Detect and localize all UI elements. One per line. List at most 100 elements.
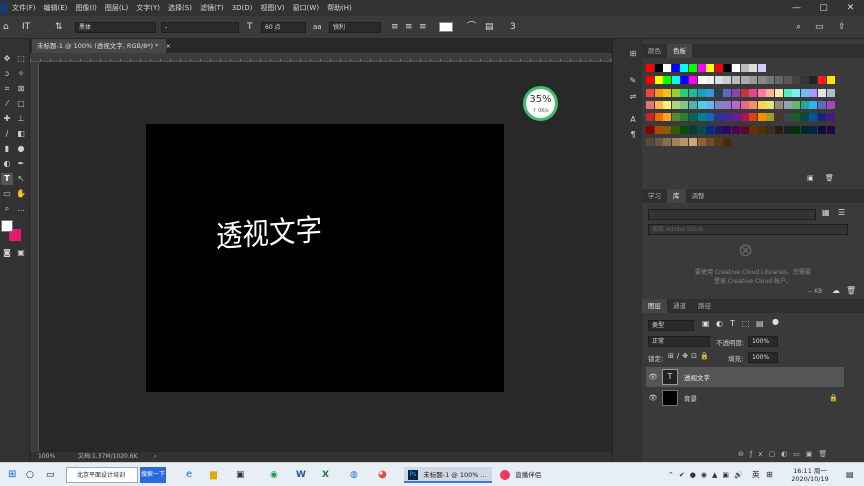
blur-tool-icon[interactable]: ●: [15, 143, 27, 155]
color-swatch[interactable]: [732, 125, 740, 134]
color-swatch[interactable]: [757, 125, 766, 134]
color-swatch[interactable]: [680, 137, 689, 146]
align-center-icon[interactable]: ≡: [405, 21, 413, 33]
color-swatch[interactable]: [689, 137, 697, 146]
color-swatch[interactable]: [697, 64, 706, 72]
color-swatch[interactable]: [714, 125, 723, 134]
color-swatch[interactable]: [671, 64, 680, 72]
color-swatch[interactable]: [783, 125, 792, 134]
color-swatch[interactable]: [757, 100, 766, 109]
excel-icon[interactable]: X: [322, 467, 329, 483]
color-swatch[interactable]: [680, 64, 689, 72]
layer-row[interactable]: 👁 背景 🔒: [646, 388, 844, 408]
color-swatch[interactable]: [740, 88, 749, 97]
library-select[interactable]: [648, 209, 816, 220]
color-swatch[interactable]: [766, 113, 775, 122]
filter-type-icon[interactable]: T: [730, 318, 735, 330]
menu-layer[interactable]: 图层(L): [101, 3, 132, 13]
color-swatch[interactable]: [818, 100, 826, 109]
new-swatch-icon[interactable]: ▣: [807, 172, 814, 184]
menu-view[interactable]: 视图(V): [256, 3, 288, 13]
menu-window[interactable]: 窗口(W): [289, 3, 323, 13]
layer-name[interactable]: 透视文字: [684, 372, 710, 382]
edge-icon[interactable]: e: [186, 467, 192, 483]
taskbar-live-companion[interactable]: 直播伴侣: [496, 467, 566, 483]
system-tray-icons[interactable]: ⌃✔●◉▲▣🔊: [668, 467, 748, 483]
document-canvas[interactable]: 透视文字: [146, 124, 504, 392]
filter-adjustment-icon[interactable]: ◐: [716, 318, 723, 330]
home-icon[interactable]: ⌂: [3, 21, 9, 33]
color-swatch[interactable]: [800, 76, 809, 85]
zoom-level[interactable]: 100%: [38, 452, 55, 462]
menu-file[interactable]: 文件(F): [8, 3, 40, 13]
color-swatch[interactable]: [809, 76, 818, 85]
color-swatch[interactable]: [749, 113, 758, 122]
filter-toggle-icon[interactable]: ●: [772, 316, 779, 328]
color-swatch[interactable]: [809, 113, 818, 122]
magic-wand-tool-icon[interactable]: ✧: [15, 68, 27, 80]
color-swatch[interactable]: [732, 64, 740, 72]
color-swatch[interactable]: [646, 137, 654, 146]
stock-search-input[interactable]: 搜索 Adobe Stock: [648, 224, 848, 235]
type-tool-preset-icon[interactable]: IT: [22, 21, 30, 33]
color-swatch[interactable]: [680, 76, 689, 85]
screen-mode-icon[interactable]: ▣: [15, 247, 27, 259]
perspective-text[interactable]: 透视文字: [216, 213, 322, 255]
color-swatch[interactable]: [680, 88, 689, 97]
color-swatch[interactable]: [646, 76, 654, 85]
color-swatch[interactable]: [766, 125, 775, 134]
color-swatch[interactable]: [732, 88, 740, 97]
color-swatch[interactable]: [714, 64, 723, 72]
close-tab-icon[interactable]: ×: [165, 42, 170, 50]
tab-learn[interactable]: 学习: [642, 189, 667, 203]
app-blue-icon[interactable]: ◍: [350, 467, 358, 483]
color-swatch[interactable]: [663, 113, 672, 122]
color-swatch[interactable]: [723, 113, 732, 122]
taskbar-photoshop[interactable]: Ps 未标题-1 @ 100% ...: [404, 467, 492, 483]
layer-filter-select[interactable]: 类型: [648, 320, 694, 331]
menu-edit[interactable]: 编辑(E): [40, 3, 72, 13]
color-swatch[interactable]: [792, 88, 801, 97]
color-swatch[interactable]: [818, 113, 826, 122]
eyedropper-tool-icon[interactable]: ⁄: [1, 98, 13, 110]
color-swatch[interactable]: [792, 76, 801, 85]
color-swatch[interactable]: [757, 88, 766, 97]
color-swatch[interactable]: [671, 100, 680, 109]
color-swatch[interactable]: [654, 64, 663, 72]
color-swatch[interactable]: [800, 113, 809, 122]
grid-view-icon[interactable]: ▦: [822, 207, 830, 219]
color-swatch[interactable]: [800, 125, 809, 134]
color-swatch[interactable]: [792, 113, 801, 122]
color-swatch[interactable]: [706, 100, 715, 109]
color-swatch[interactable]: [689, 88, 697, 97]
browser-search-input[interactable]: 北京平面设计培训: [66, 467, 138, 483]
zoom-tool-icon[interactable]: ⌕: [1, 203, 13, 215]
color-swatch[interactable]: [783, 113, 792, 122]
color-swatch[interactable]: [723, 125, 732, 134]
menu-image[interactable]: 图像(I): [71, 3, 101, 13]
color-swatch[interactable]: [680, 113, 689, 122]
color-swatch[interactable]: [654, 113, 663, 122]
color-swatch[interactable]: [706, 137, 715, 146]
color-swatch[interactable]: [654, 88, 663, 97]
color-swatch[interactable]: [689, 113, 697, 122]
restore-button[interactable]: ▢: [810, 0, 837, 16]
color-swatch[interactable]: [809, 125, 818, 134]
color-swatch[interactable]: [714, 76, 723, 85]
list-view-icon[interactable]: ☰: [838, 207, 845, 219]
color-swatch[interactable]: [783, 88, 792, 97]
move-tool-icon[interactable]: ✥: [1, 53, 13, 65]
antialias-select[interactable]: 锐利: [329, 22, 381, 33]
clock[interactable]: 16:11 周一 2020/10/19: [780, 467, 840, 483]
color-swatch[interactable]: [714, 113, 723, 122]
ime-indicator[interactable]: 英: [752, 467, 760, 483]
color-swatch[interactable]: [680, 125, 689, 134]
share-icon[interactable]: ⇪: [838, 21, 846, 33]
store-icon[interactable]: ▣: [236, 467, 245, 483]
properties-panel-icon[interactable]: ⇌: [627, 91, 639, 103]
color-swatch[interactable]: [826, 76, 835, 85]
color-swatch[interactable]: [689, 100, 697, 109]
color-swatch[interactable]: [749, 64, 758, 72]
color-swatch[interactable]: [663, 100, 672, 109]
color-swatch[interactable]: [706, 88, 715, 97]
